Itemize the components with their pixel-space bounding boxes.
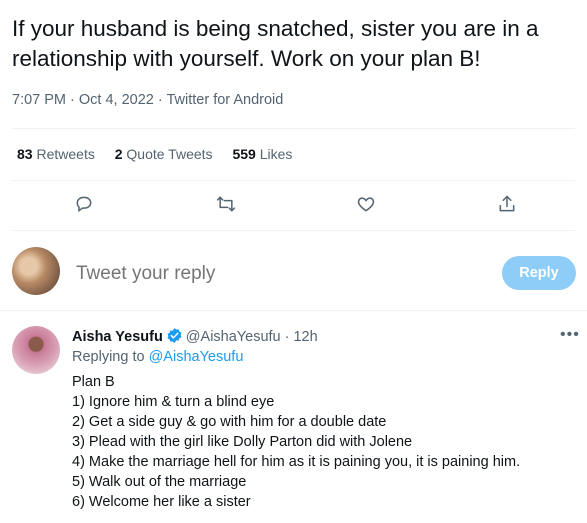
verified-badge-icon: [166, 327, 183, 348]
quote-tweets-stat[interactable]: 2 Quote Tweets: [115, 146, 213, 162]
replying-to: Replying to @AishaYesufu: [72, 349, 244, 365]
tweet-text: If your husband is being snatched, siste…: [12, 16, 539, 71]
reply-line: 3) Plead with the girl like Dolly Parton…: [72, 434, 413, 450]
retweets-stat[interactable]: 83 Retweets: [17, 146, 95, 162]
tweet-reply-input[interactable]: [74, 262, 478, 286]
divider: [0, 310, 587, 311]
share-icon[interactable]: [495, 192, 519, 216]
more-options-icon[interactable]: •••: [560, 326, 580, 344]
replying-to-link[interactable]: @AishaYesufu: [149, 349, 244, 365]
likes-stat[interactable]: 559 Likes: [232, 146, 292, 162]
reply-line: Plan B: [72, 374, 115, 390]
reply-line: 6) Welcome her like a sister: [72, 494, 251, 510]
divider: [12, 180, 575, 181]
reply-button[interactable]: Reply: [502, 256, 576, 290]
reply-line: 4) Make the marriage hell for him as it …: [72, 454, 521, 470]
retweet-icon[interactable]: [214, 192, 238, 216]
reply-header: Aisha Yesufu @AishaYesufu · 12h: [72, 327, 318, 348]
reply-line: 1) Ignore him & turn a blind eye: [72, 394, 275, 410]
reply-author-name[interactable]: Aisha Yesufu: [72, 329, 163, 345]
divider: [12, 230, 575, 231]
tweet-meta[interactable]: 7:07 PM · Oct 4, 2022 · Twitter for Andr…: [12, 92, 283, 108]
reply-handle-time[interactable]: @AishaYesufu · 12h: [186, 329, 318, 345]
reply-line: 2) Get a side guy & go with him for a do…: [72, 414, 387, 430]
divider: [12, 128, 575, 129]
reply-text: Plan B 1) Ignore him & turn a blind eye …: [72, 372, 520, 512]
avatar[interactable]: [12, 326, 60, 374]
composer-avatar[interactable]: [12, 247, 60, 295]
reply-line: 5) Walk out of the marriage: [72, 474, 247, 490]
tweet-stats: 83 Retweets 2 Quote Tweets 559 Likes: [17, 146, 308, 162]
reply-icon[interactable]: [72, 192, 96, 216]
like-icon[interactable]: [354, 192, 378, 216]
